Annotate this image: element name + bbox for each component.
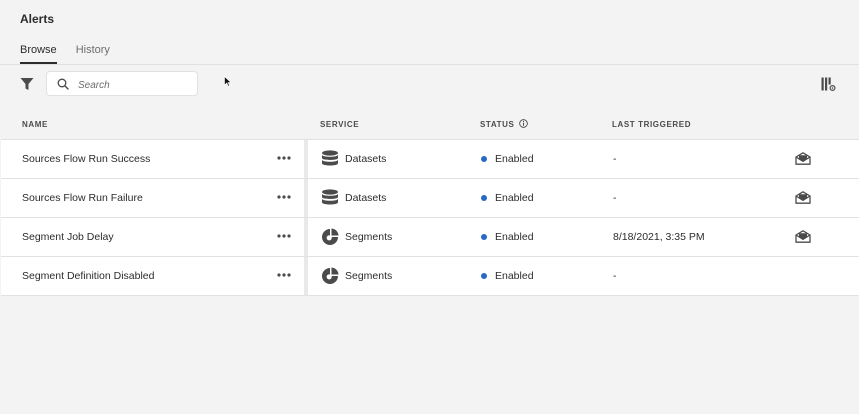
database-icon	[322, 150, 338, 166]
status-enabled-dot	[481, 273, 487, 279]
search-input[interactable]	[76, 76, 195, 94]
status-text: Enabled	[495, 153, 534, 165]
service-name: Datasets	[345, 192, 387, 204]
column-header-status-wrap[interactable]: STATUS	[480, 119, 529, 129]
mail-subscription-icon[interactable]	[795, 152, 811, 165]
segments-icon	[322, 228, 339, 245]
table-row[interactable]: Sources Flow Run Success Datasets Enable…	[1, 140, 859, 179]
mail-subscription-icon[interactable]	[795, 191, 811, 204]
tab-bar: Browse History	[20, 44, 110, 64]
filter-icon[interactable]	[20, 77, 34, 91]
tab-divider	[0, 64, 859, 65]
last-triggered: 8/18/2021, 3:35 PM	[613, 231, 705, 243]
alert-name[interactable]: Segment Definition Disabled	[22, 270, 155, 282]
alerts-table: Sources Flow Run Success Datasets Enable…	[1, 139, 859, 296]
table-row[interactable]: Segment Job Delay Segments Enabled 8/18/…	[1, 218, 859, 257]
column-header-service[interactable]: SERVICE	[320, 120, 359, 129]
more-actions-icon[interactable]	[277, 156, 291, 160]
mail-subscription-icon[interactable]	[795, 230, 811, 243]
mouse-cursor-icon	[224, 76, 232, 87]
status-text: Enabled	[495, 231, 534, 243]
table-header: NAME SERVICE STATUS LAST TRIGGERED	[0, 114, 859, 136]
search-icon	[57, 78, 69, 90]
status-text: Enabled	[495, 270, 534, 282]
column-header-status: STATUS	[480, 120, 515, 129]
more-actions-icon[interactable]	[277, 273, 291, 277]
tab-browse[interactable]: Browse	[20, 44, 57, 64]
last-triggered: -	[613, 270, 617, 282]
status-enabled-dot	[481, 156, 487, 162]
column-divider	[304, 218, 308, 256]
status-enabled-dot	[481, 195, 487, 201]
column-settings-icon[interactable]	[821, 77, 836, 92]
tab-history[interactable]: History	[76, 44, 110, 64]
column-header-last-triggered[interactable]: LAST TRIGGERED	[612, 120, 691, 129]
column-divider	[304, 179, 308, 217]
alert-name[interactable]: Sources Flow Run Success	[22, 153, 150, 165]
table-row[interactable]: Segment Definition Disabled Segments Ena…	[1, 257, 859, 296]
segments-icon	[322, 267, 339, 284]
column-header-name[interactable]: NAME	[22, 120, 48, 129]
last-triggered: -	[613, 153, 617, 165]
database-icon	[322, 189, 338, 205]
column-divider	[304, 257, 308, 295]
search-field[interactable]	[46, 71, 198, 96]
alert-name[interactable]: Segment Job Delay	[22, 231, 114, 243]
page-title: Alerts	[20, 12, 55, 26]
more-actions-icon[interactable]	[277, 234, 291, 238]
table-row[interactable]: Sources Flow Run Failure Datasets Enable…	[1, 179, 859, 218]
column-divider	[304, 140, 308, 178]
status-text: Enabled	[495, 192, 534, 204]
alert-name[interactable]: Sources Flow Run Failure	[22, 192, 143, 204]
service-name: Datasets	[345, 153, 387, 165]
more-actions-icon[interactable]	[277, 195, 291, 199]
last-triggered: -	[613, 192, 617, 204]
service-name: Segments	[345, 231, 393, 243]
service-name: Segments	[345, 270, 393, 282]
status-enabled-dot	[481, 234, 487, 240]
info-icon[interactable]	[519, 119, 529, 129]
